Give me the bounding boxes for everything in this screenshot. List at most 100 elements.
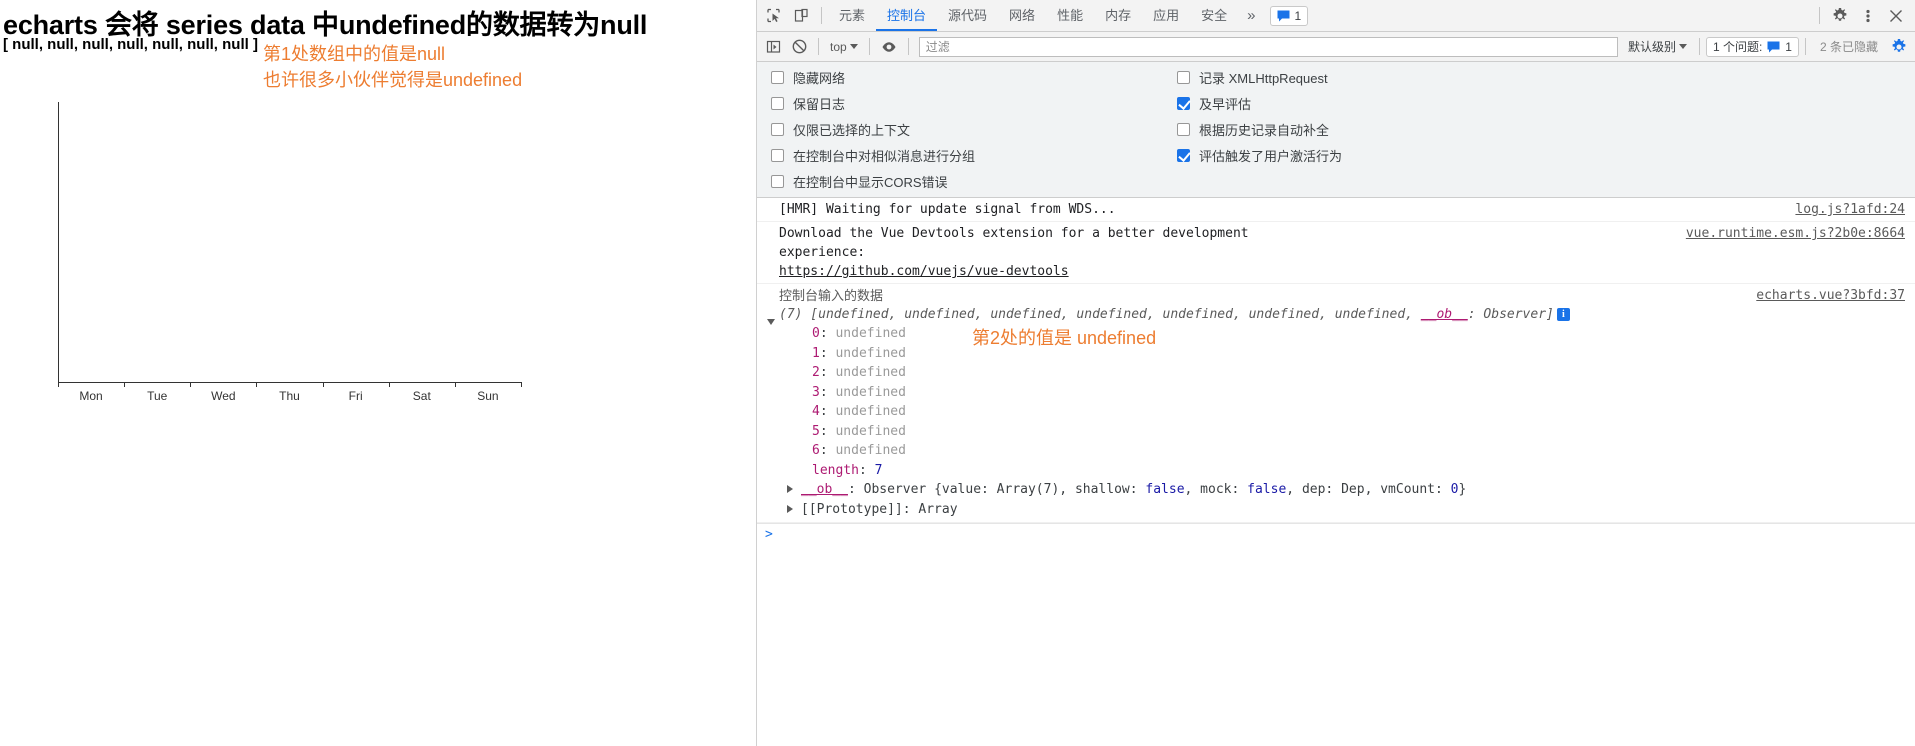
- chart-x-label: Sun: [477, 389, 499, 403]
- console-settings-gear-icon[interactable]: [1886, 34, 1912, 60]
- console-toolbar: top 默认级别 1 个问题: 1: [757, 32, 1915, 62]
- entry-key: 0: [812, 326, 820, 341]
- entry-value: undefined: [835, 345, 906, 361]
- entry-key: 3: [812, 384, 820, 400]
- live-expression-eye-icon[interactable]: [876, 34, 902, 60]
- chevron-down-icon: [849, 44, 858, 49]
- console-message-list[interactable]: [HMR] Waiting for update signal from WDS…: [757, 198, 1915, 746]
- checkbox-unchecked-icon[interactable]: [1177, 123, 1190, 136]
- tab-application[interactable]: 应用: [1142, 0, 1190, 31]
- annotation-undefined-value: 第2处的值是 undefined: [972, 328, 1157, 348]
- tab-performance[interactable]: 性能: [1046, 0, 1094, 31]
- console-sidebar-icon[interactable]: [760, 34, 786, 60]
- setting-autocomplete-from-history[interactable]: 根据历史记录自动补全: [1177, 121, 1597, 138]
- vue-devtools-url[interactable]: https://github.com/vuejs/vue-devtools: [779, 264, 1069, 279]
- array-preview-ob-value: Observer]: [1483, 307, 1554, 322]
- js-context-select[interactable]: top: [825, 36, 863, 58]
- tab-memory[interactable]: 内存: [1094, 0, 1142, 31]
- message-text: [HMR] Waiting for update signal from WDS…: [779, 202, 1116, 217]
- inspect-element-icon[interactable]: [759, 2, 787, 30]
- chart-x-label: Fri: [348, 389, 363, 403]
- tab-elements[interactable]: 元素: [828, 0, 876, 31]
- chart-x-label: Wed: [211, 389, 236, 403]
- array-preview-row[interactable]: (7) [undefined, undefined, undefined, un…: [757, 305, 1915, 325]
- entry-value: undefined: [835, 423, 906, 439]
- entry-key: 4: [812, 404, 820, 419]
- setting-label: 仅限已选择的上下文: [793, 123, 911, 138]
- tabbar-divider-2: [1819, 7, 1820, 24]
- chart-x-tick: [124, 382, 126, 387]
- more-options-icon[interactable]: [1854, 2, 1882, 30]
- checkbox-unchecked-icon[interactable]: [771, 123, 784, 136]
- null-array-text: [ null, null, null, null, null, null, nu…: [3, 36, 258, 53]
- info-icon[interactable]: i: [1556, 308, 1570, 321]
- settings-column-right: 记录 XMLHttpRequest 及早评估 根据历史记录自动补全 评估触发了用…: [1177, 69, 1597, 190]
- setting-group-similar[interactable]: 在控制台中对相似消息进行分组: [771, 147, 1177, 164]
- vue-msg-line2: experience:: [779, 245, 866, 260]
- console-message-array-log: 控制台输入的数据 echarts.vue?3bfd:37 (7) [undefi…: [757, 284, 1915, 523]
- chart-x-tick: [454, 382, 456, 387]
- checkbox-unchecked-icon[interactable]: [771, 97, 784, 110]
- array-entry-row: 3: undefined: [812, 384, 906, 400]
- console-prompt[interactable]: >: [757, 523, 1915, 545]
- chart-x-label: Tue: [147, 389, 168, 403]
- expand-triangle-icon[interactable]: [787, 485, 793, 493]
- checkbox-unchecked-icon[interactable]: [771, 71, 784, 84]
- echarts-chart[interactable]: Mon Tue Wed Thu Fri Sat Sun: [0, 78, 757, 403]
- observer-row[interactable]: __ob__: Observer {value: Array(7), shall…: [757, 480, 1915, 500]
- checkbox-checked-icon[interactable]: [1177, 97, 1190, 110]
- array-entry-row: 5: undefined: [812, 423, 906, 439]
- checkbox-checked-icon[interactable]: [1177, 149, 1190, 162]
- device-toolbar-icon[interactable]: [787, 2, 815, 30]
- setting-label: 评估触发了用户激活行为: [1199, 149, 1343, 164]
- log-level-value: 默认级别: [1627, 40, 1676, 54]
- issues-badge[interactable]: 1: [1270, 5, 1309, 26]
- tabbar-divider: [821, 7, 822, 24]
- setting-hide-network[interactable]: 隐藏网络: [771, 69, 1177, 86]
- tab-console[interactable]: 控制台: [876, 0, 938, 31]
- checkbox-unchecked-icon[interactable]: [771, 149, 784, 162]
- prompt-caret-icon: >: [765, 527, 773, 542]
- setting-preserve-log[interactable]: 保留日志: [771, 95, 1177, 112]
- console-filter-input[interactable]: [918, 36, 1618, 57]
- setting-label: 在控制台中显示CORS错误: [793, 175, 948, 190]
- message-source-link[interactable]: vue.runtime.esm.js?2b0e:8664: [1672, 224, 1915, 243]
- message-source-link[interactable]: log.js?1afd:24: [1781, 200, 1915, 219]
- more-tabs-icon[interactable]: »: [1238, 0, 1264, 31]
- setting-label: 隐藏网络: [793, 71, 846, 86]
- chart-x-tick: [521, 382, 522, 387]
- close-icon[interactable]: [1882, 2, 1910, 30]
- clear-console-icon[interactable]: [786, 34, 812, 60]
- entry-value: undefined: [835, 443, 906, 458]
- setting-eager-eval[interactable]: 及早评估: [1177, 95, 1597, 112]
- tab-sources[interactable]: 源代码: [937, 0, 998, 31]
- annotation-null: 第1处数组中的值是null: [263, 44, 446, 64]
- log-level-select[interactable]: 默认级别: [1622, 38, 1693, 55]
- prototype-row[interactable]: [[Prototype]]: Array: [757, 500, 1915, 520]
- array-entry-row: 2: undefined: [812, 365, 906, 380]
- length-key: length: [812, 462, 859, 478]
- toolbar-divider-3: [907, 38, 909, 55]
- array-entry-row: 4: undefined: [812, 404, 906, 419]
- speech-bubble-icon: [1277, 10, 1290, 21]
- array-preview-items: undefined, undefined, undefined, undefin…: [818, 307, 1406, 322]
- array-preview-prefix: (7) [: [779, 307, 819, 322]
- chart-x-axis: [58, 382, 521, 383]
- setting-show-cors-errors[interactable]: 在控制台中显示CORS错误: [771, 173, 1177, 190]
- message-source-link[interactable]: echarts.vue?3bfd:37: [1742, 286, 1915, 305]
- observer-key: __ob__: [801, 482, 848, 497]
- setting-selected-context-only[interactable]: 仅限已选择的上下文: [771, 121, 1177, 138]
- expand-triangle-icon[interactable]: [787, 504, 793, 513]
- checkbox-unchecked-icon[interactable]: [1177, 71, 1190, 84]
- tab-network[interactable]: 网络: [998, 0, 1046, 31]
- toolbar-divider-4: [1698, 38, 1700, 55]
- setting-label: 记录 XMLHttpRequest: [1199, 71, 1328, 86]
- checkbox-unchecked-icon[interactable]: [771, 175, 784, 188]
- tab-security[interactable]: 安全: [1190, 0, 1238, 31]
- console-message-vue-devtools: Download the Vue Devtools extension for …: [757, 222, 1915, 284]
- gear-icon[interactable]: [1826, 2, 1854, 30]
- setting-log-xhr[interactable]: 记录 XMLHttpRequest: [1177, 69, 1597, 86]
- setting-eval-user-activation[interactable]: 评估触发了用户激活行为: [1177, 147, 1597, 164]
- issues-count: 1: [1294, 8, 1302, 23]
- problems-badge[interactable]: 1 个问题: 1: [1705, 36, 1799, 57]
